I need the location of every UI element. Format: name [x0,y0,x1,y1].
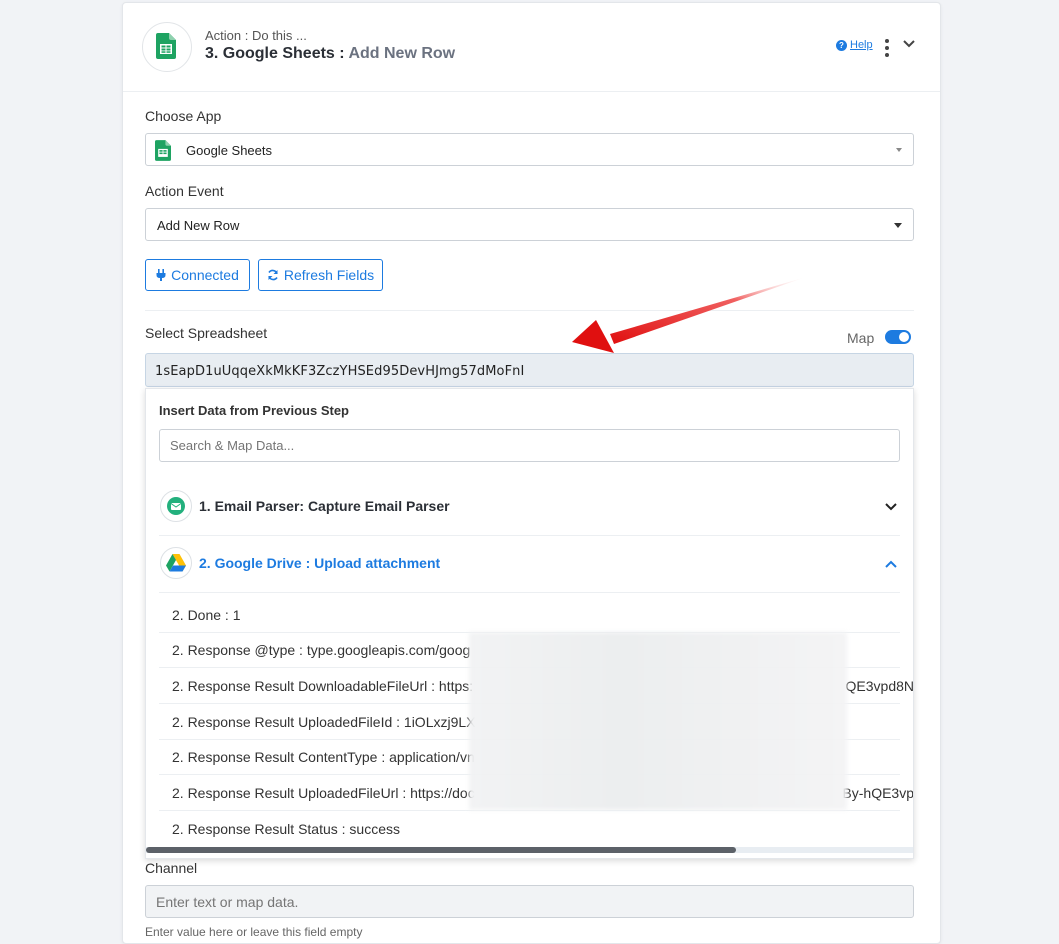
action-event-label: Action Event [145,183,224,199]
select-spreadsheet-label: Select Spreadsheet [145,325,268,341]
google-drive-icon [166,554,186,572]
google-drive-logo [160,547,192,579]
email-parser-icon [167,497,185,515]
plug-icon [156,269,166,281]
step-google-drive[interactable]: 2. Google Drive : Upload attachment [159,536,900,593]
email-parser-logo [160,490,192,522]
step-email-parser[interactable]: 1. Email Parser: Capture Email Parser [159,479,900,536]
data-field-row[interactable]: 2. Done : 1 [159,597,900,633]
data-field-label: 2. Done : 1 [172,607,241,623]
choose-app-value: Google Sheets [186,143,273,158]
data-field-label: 2. Response Result UploadedFileUrl : htt… [172,785,475,801]
data-field-row[interactable]: 2. Response Result Status : success [159,811,900,846]
data-field-tail: By-hQE3vp [842,785,914,801]
action-event-select[interactable]: Add New Row [145,208,914,241]
data-field-label: 2. Response Result Status : success [172,821,400,837]
insert-data-title: Insert Data from Previous Step [159,403,349,418]
horizontal-scrollbar-thumb[interactable] [146,847,736,853]
expand-chevron-icon[interactable] [884,500,898,514]
help-label: Help [850,39,873,51]
map-toggle-label: Map [847,330,875,346]
more-options-icon[interactable] [884,39,890,57]
choose-app-select[interactable]: Google Sheets [145,133,914,166]
refresh-fields-label: Refresh Fields [283,267,375,283]
data-field-label: 2. Response Result DownloadableFileUrl :… [172,678,474,694]
google-sheets-icon [155,140,171,161]
channel-label: Channel [145,860,198,876]
data-field-tail: QE3vpd8N [845,678,914,694]
collapse-chevron-icon[interactable] [902,37,916,51]
connected-button[interactable]: Connected [145,259,250,291]
step-title: 3. Google Sheets : Add New Row [205,45,455,63]
step-google-drive-label: 2. Google Drive : Upload attachment [199,555,441,571]
spreadsheet-id-value: 1sEapD1uUqqeXkMkKF3ZczYHSEd95DevHJmg57dM… [155,364,525,379]
help-link[interactable]: ? Help [836,39,873,51]
insert-data-panel: Insert Data from Previous Step 1. Email … [145,388,914,859]
google-sheets-logo [142,22,192,72]
data-field-label: 2. Response @type : type.googleapis.com/… [172,642,471,658]
google-sheets-icon [156,33,176,59]
channel-input[interactable] [145,885,914,918]
red-arrow-annotation [572,277,806,353]
map-data-search-input[interactable] [159,429,900,462]
step-subtitle: Action : Do this ... [205,28,307,43]
refresh-icon [268,269,278,281]
dropdown-caret-icon [896,148,902,152]
step-header[interactable]: Action : Do this ... 3. Google Sheets : … [123,3,940,92]
action-event-value: Add New Row [157,218,240,233]
channel-hint: Enter value here or leave this field emp… [145,925,363,939]
step-event-name: Add New Row [348,45,456,62]
data-field-label: 2. Response Result UploadedFileId : 1iOL… [172,714,476,730]
dropdown-caret-icon [894,223,902,228]
step-app-name: 3. Google Sheets : [205,45,345,62]
step-email-parser-label: 1. Email Parser: Capture Email Parser [199,498,450,514]
collapse-chevron-icon[interactable] [884,557,898,571]
redacted-blur-overlay [469,632,847,810]
refresh-fields-button[interactable]: Refresh Fields [258,259,383,291]
help-icon: ? [836,39,847,51]
choose-app-label: Choose App [145,108,222,124]
data-field-label: 2. Response Result ContentType : applica… [172,749,475,765]
connected-label: Connected [171,267,239,283]
map-toggle[interactable] [885,330,911,344]
